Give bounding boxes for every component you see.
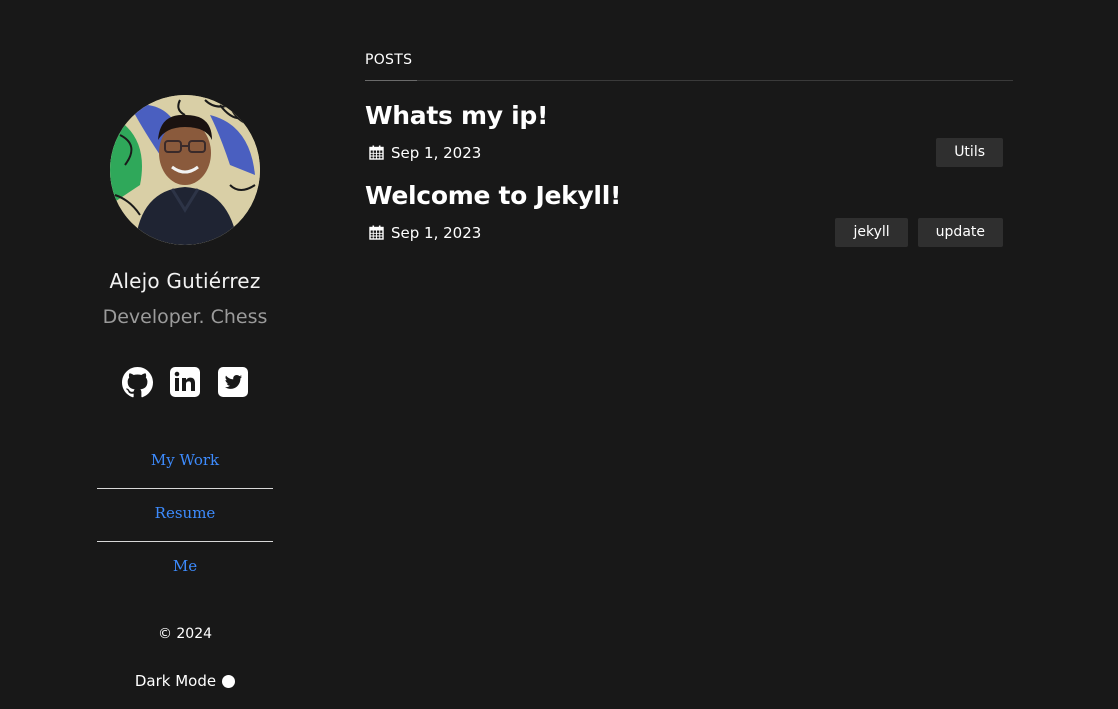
post-title[interactable]: Whats my ip!	[365, 101, 548, 130]
main-content: POSTS Whats my ip! Sep 1, 2023 Utils Wel…	[365, 52, 1013, 247]
profile-tagline: Developer. Chess	[102, 306, 268, 328]
post-tags: Utils	[936, 138, 1003, 167]
post-title[interactable]: Welcome to Jekyll!	[365, 181, 621, 210]
post-meta: Sep 1, 2023 Utils	[365, 138, 1013, 167]
copyright: © 2024	[157, 626, 213, 642]
calendar-icon	[369, 225, 384, 240]
sidebar-nav: My Work Resume Me	[97, 436, 273, 594]
calendar-icon	[369, 145, 384, 160]
github-icon	[121, 366, 153, 397]
tag-update[interactable]: update	[917, 218, 1003, 247]
dark-mode-label: Dark Mode	[134, 672, 217, 690]
avatar-photo	[110, 95, 260, 245]
nav-item-my-work[interactable]: My Work	[97, 436, 273, 489]
social-links	[97, 366, 273, 398]
nav-item-me[interactable]: Me	[97, 542, 273, 594]
twitter-icon	[218, 367, 248, 397]
linkedin-link[interactable]	[169, 366, 201, 398]
twitter-link[interactable]	[217, 366, 249, 398]
linkedin-icon	[170, 367, 200, 397]
nav-item-resume[interactable]: Resume	[97, 489, 273, 542]
post-item: Whats my ip! Sep 1, 2023 Utils	[365, 101, 1013, 167]
tag-utils[interactable]: Utils	[936, 138, 1003, 167]
post-date-text: Sep 1, 2023	[391, 143, 482, 162]
sidebar: Alejo Gutiérrez Developer. Chess My Work…	[97, 95, 273, 690]
post-date-text: Sep 1, 2023	[391, 223, 482, 242]
dark-mode-toggle[interactable]: Dark Mode	[97, 672, 273, 690]
post-tags: jekyll update	[835, 218, 1003, 247]
post-meta: Sep 1, 2023 jekyll update	[365, 218, 1013, 247]
avatar	[110, 95, 260, 245]
profile-name: Alejo Gutiérrez	[109, 269, 261, 293]
tag-jekyll[interactable]: jekyll	[835, 218, 908, 247]
github-link[interactable]	[121, 366, 153, 398]
posts-heading: POSTS	[365, 52, 1013, 81]
post-date: Sep 1, 2023	[365, 144, 481, 162]
post-date: Sep 1, 2023	[365, 224, 481, 242]
post-item: Welcome to Jekyll! Sep 1, 2023 jekyll up…	[365, 181, 1013, 247]
dark-mode-switch[interactable]	[222, 674, 236, 688]
